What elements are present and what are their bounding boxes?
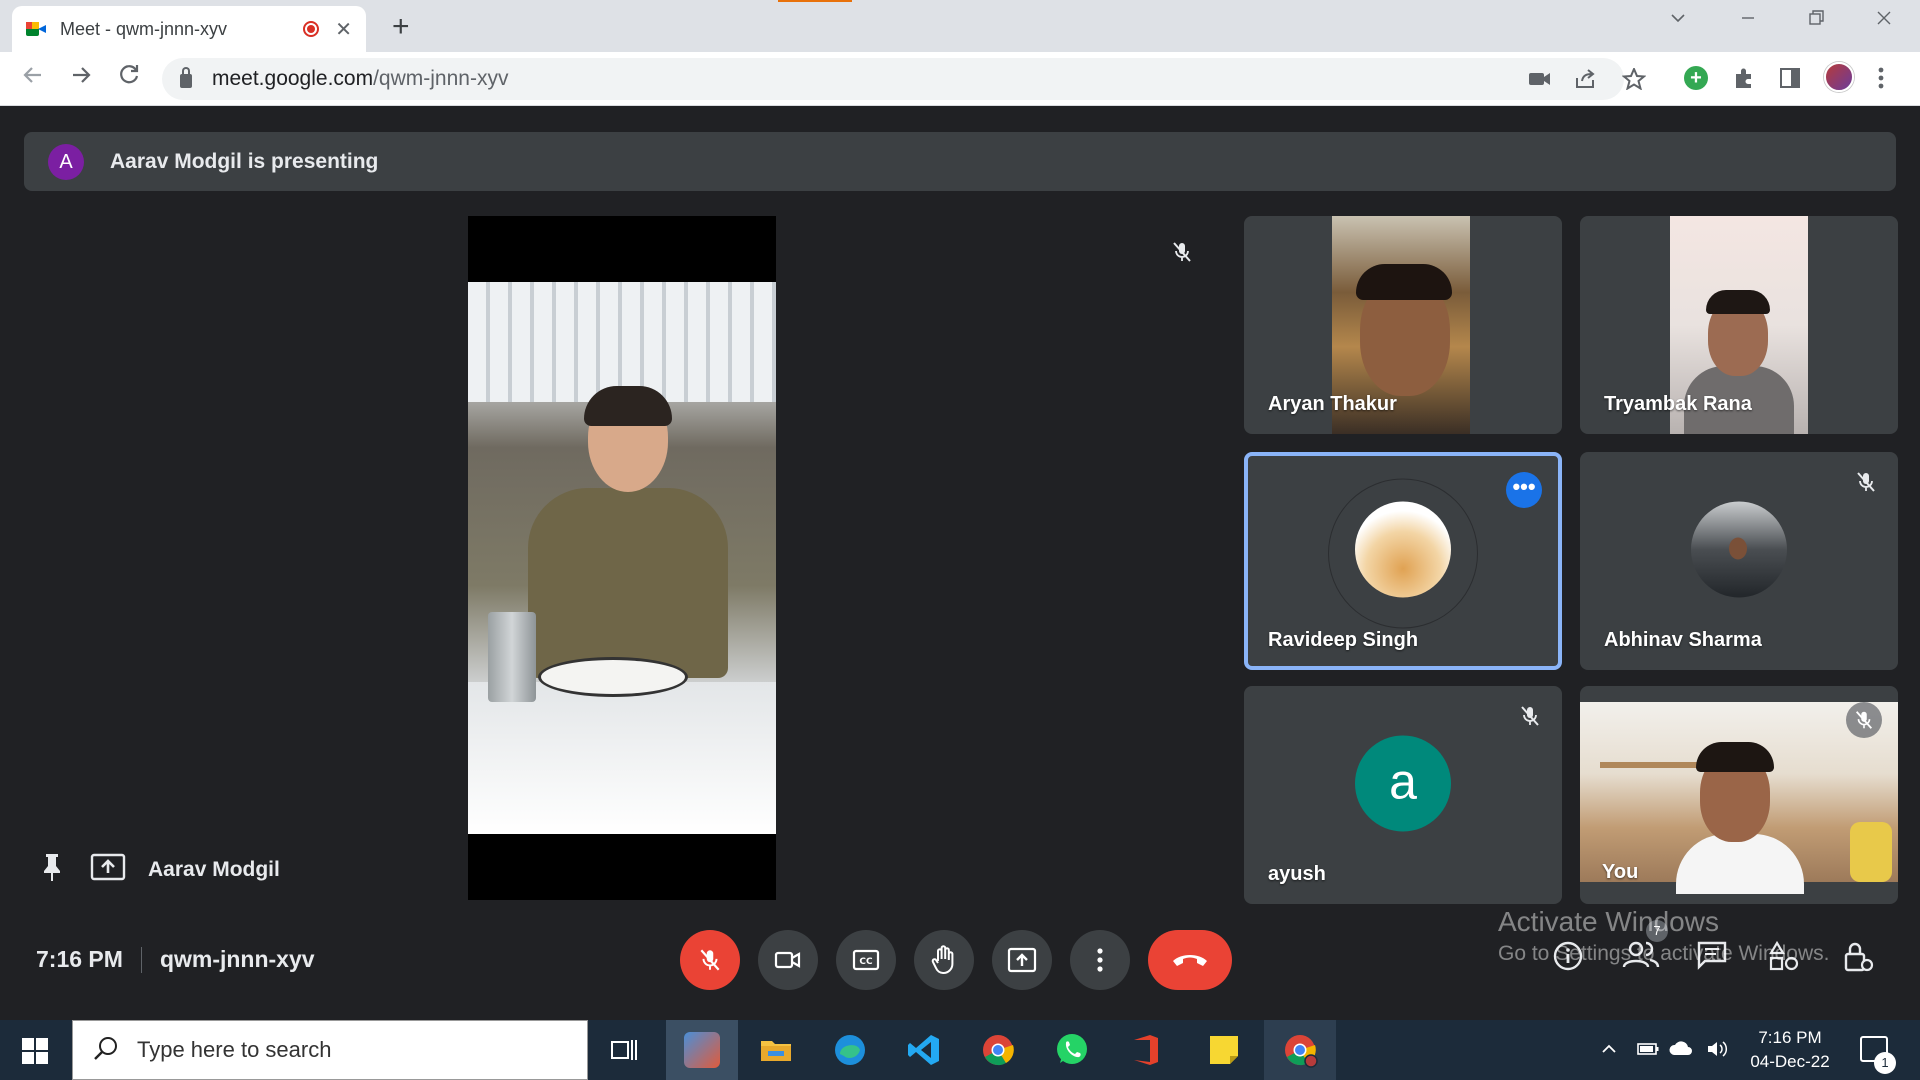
participant-name: Aryan Thakur bbox=[1268, 393, 1397, 415]
presenting-banner: A Aarav Modgil is presenting bbox=[24, 132, 1896, 191]
address-bar[interactable]: meet.google.com/qwm-jnnn-xyv bbox=[162, 58, 1647, 100]
taskbar-clock[interactable]: 7:16 PM 04-Dec-22 bbox=[1748, 1026, 1832, 1074]
back-arrow-icon[interactable] bbox=[20, 62, 46, 95]
vscode-icon[interactable] bbox=[906, 1032, 942, 1068]
pin-icon[interactable] bbox=[40, 852, 64, 887]
browser-tab-meet[interactable]: Meet - qwm-jnnn-xyv ✕ bbox=[12, 6, 366, 52]
presenter-avatar: A bbox=[48, 143, 84, 180]
camera-in-use-icon[interactable] bbox=[1528, 68, 1552, 96]
battery-icon[interactable] bbox=[1636, 1040, 1660, 1063]
browser-tab-strip: Meet - qwm-jnnn-xyv ✕ + bbox=[0, 0, 1920, 52]
activate-windows-watermark: Activate Windows Go to Settings to activ… bbox=[1498, 906, 1830, 966]
chrome-menu-icon[interactable] bbox=[1876, 66, 1886, 96]
meeting-code: qwm-jnnn-xyv bbox=[159, 946, 315, 972]
sticky-notes-icon[interactable] bbox=[1206, 1032, 1242, 1068]
clock-date: 04-Dec-22 bbox=[1750, 1052, 1830, 1071]
participant-tile-ravideep[interactable]: ••• Ravideep Singh bbox=[1244, 452, 1562, 670]
chrome-icon[interactable] bbox=[980, 1032, 1016, 1068]
participant-avatar bbox=[1691, 501, 1787, 598]
url-text[interactable]: meet.google.com/qwm-jnnn-xyv bbox=[212, 67, 508, 91]
new-tab-button[interactable]: + bbox=[392, 10, 410, 44]
volume-icon[interactable] bbox=[1706, 1040, 1730, 1063]
mic-off-icon bbox=[1854, 470, 1878, 499]
presenter-mic-off-icon bbox=[1170, 240, 1194, 269]
pinned-presenter-bar: Aarav Modgil bbox=[40, 852, 280, 887]
watermark-subtitle: Go to Settings to activate Windows. bbox=[1498, 942, 1830, 965]
present-now-button[interactable] bbox=[992, 930, 1052, 990]
windows-start-icon[interactable] bbox=[22, 1038, 48, 1064]
more-options-button[interactable]: ••• bbox=[1506, 472, 1542, 508]
meet-favicon-icon bbox=[26, 20, 46, 38]
reload-icon[interactable] bbox=[116, 62, 142, 95]
participant-tile-ayush[interactable]: a ayush bbox=[1244, 686, 1562, 904]
windows-taskbar: Type here to search 7:16 PM 04-Dec-22 1 bbox=[0, 1020, 1920, 1080]
raise-hand-button[interactable] bbox=[914, 930, 974, 990]
search-placeholder: Type here to search bbox=[137, 1037, 332, 1062]
lock-icon[interactable] bbox=[180, 67, 192, 88]
mic-off-icon bbox=[1518, 704, 1542, 733]
chrome-profile-icon[interactable] bbox=[1282, 1032, 1318, 1068]
divider bbox=[140, 946, 142, 973]
show-hidden-icons-icon[interactable] bbox=[1600, 1040, 1618, 1063]
tab-close-icon[interactable]: ✕ bbox=[335, 17, 352, 42]
participant-name: Abhinav Sharma bbox=[1604, 629, 1762, 651]
recording-indicator-icon bbox=[303, 21, 320, 37]
search-icon bbox=[93, 1035, 119, 1066]
taskbar-search-box[interactable]: Type here to search bbox=[72, 1020, 588, 1080]
participant-name: Ravideep Singh bbox=[1268, 629, 1419, 651]
minimize-window-icon[interactable] bbox=[1738, 8, 1758, 34]
camera-toggle-button[interactable] bbox=[758, 930, 818, 990]
presentation-video bbox=[468, 216, 776, 900]
edge-browser-icon[interactable] bbox=[832, 1032, 868, 1068]
side-panel-icon[interactable] bbox=[1778, 66, 1802, 96]
participant-avatar-letter: a bbox=[1355, 735, 1451, 832]
presenting-text: Aarav Modgil is presenting bbox=[110, 149, 379, 173]
forward-arrow-icon[interactable] bbox=[68, 62, 94, 95]
mic-off-icon bbox=[1846, 702, 1882, 738]
extension-green-plus-icon[interactable]: + bbox=[1684, 66, 1708, 90]
present-screen-icon bbox=[90, 852, 126, 887]
participant-tile-aryan[interactable]: Aryan Thakur bbox=[1244, 216, 1562, 434]
presentation-frame-image bbox=[468, 282, 776, 834]
meeting-info: 7:16 PM qwm-jnnn-xyv bbox=[36, 946, 315, 973]
share-icon[interactable] bbox=[1574, 68, 1598, 96]
tab-title: Meet - qwm-jnnn-xyv bbox=[60, 18, 228, 39]
profile-avatar[interactable] bbox=[1824, 62, 1854, 92]
participant-tile-you[interactable]: You bbox=[1580, 686, 1898, 904]
captions-button[interactable]: CC bbox=[836, 930, 896, 990]
file-explorer-icon[interactable] bbox=[758, 1032, 794, 1068]
restore-window-icon[interactable] bbox=[1806, 8, 1826, 34]
whatsapp-icon[interactable] bbox=[1054, 1032, 1090, 1068]
snipping-tool-icon[interactable] bbox=[684, 1032, 720, 1068]
host-controls-icon[interactable] bbox=[1842, 940, 1874, 979]
svg-text:CC: CC bbox=[859, 957, 873, 967]
office-icon[interactable] bbox=[1128, 1032, 1164, 1068]
meeting-time: 7:16 PM bbox=[36, 946, 123, 972]
bookmark-star-icon[interactable] bbox=[1621, 66, 1647, 96]
more-options-button[interactable] bbox=[1070, 930, 1130, 990]
extensions-puzzle-icon[interactable] bbox=[1732, 66, 1756, 96]
loading-indicator bbox=[778, 0, 852, 2]
onedrive-cloud-icon[interactable] bbox=[1668, 1040, 1694, 1063]
pinned-presenter-name: Aarav Modgil bbox=[148, 857, 280, 881]
participant-name: Tryambak Rana bbox=[1604, 393, 1752, 415]
watermark-title: Activate Windows bbox=[1498, 906, 1719, 937]
close-window-icon[interactable] bbox=[1874, 8, 1894, 34]
participant-tile-abhinav[interactable]: Abhinav Sharma bbox=[1580, 452, 1898, 670]
browser-toolbar: meet.google.com/qwm-jnnn-xyv + bbox=[0, 52, 1920, 106]
participant-tile-tryambak[interactable]: Tryambak Rana bbox=[1580, 216, 1898, 434]
tab-search-chevron-icon[interactable] bbox=[1668, 8, 1688, 34]
microphone-toggle-button[interactable] bbox=[680, 930, 740, 990]
participant-name: ayush bbox=[1268, 863, 1326, 885]
notification-count-badge: 1 bbox=[1874, 1052, 1896, 1074]
task-view-icon[interactable] bbox=[606, 1032, 642, 1068]
participant-avatar bbox=[1355, 501, 1451, 598]
leave-call-button[interactable] bbox=[1148, 930, 1232, 990]
participant-name: You bbox=[1602, 861, 1639, 883]
clock-time: 7:16 PM bbox=[1758, 1028, 1822, 1047]
